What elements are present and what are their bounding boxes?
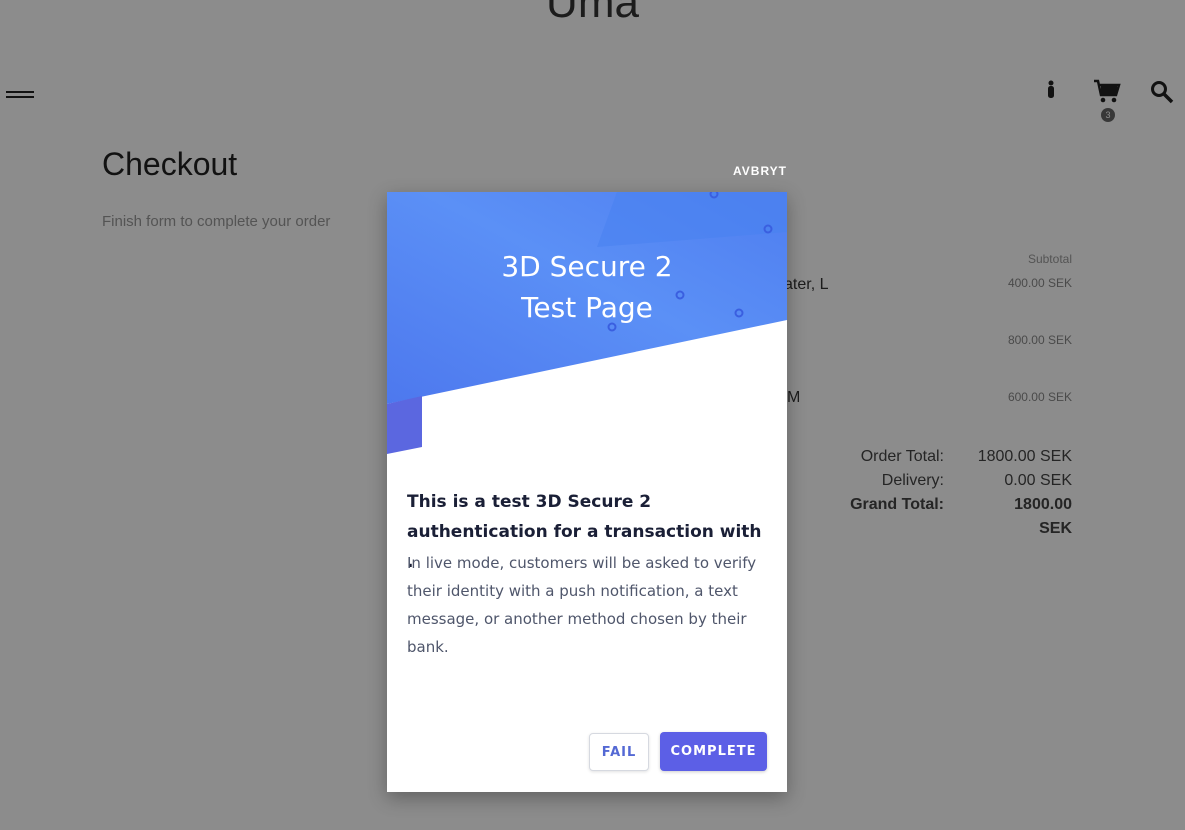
hero-title-line: Test Page [521,291,653,324]
3ds-modal: 3D Secure 2 Test Page This is a test 3D … [387,192,787,792]
complete-button[interactable]: COMPLETE [660,732,767,771]
hero-title-line: 3D Secure 2 [501,250,673,283]
modal-body-text: In live mode, customers will be asked to… [407,554,757,656]
hero-title: 3D Secure 2 Test Page [387,246,787,328]
cancel-button[interactable]: AVBRYT [700,164,787,178]
fail-button[interactable]: FAIL [589,733,649,771]
